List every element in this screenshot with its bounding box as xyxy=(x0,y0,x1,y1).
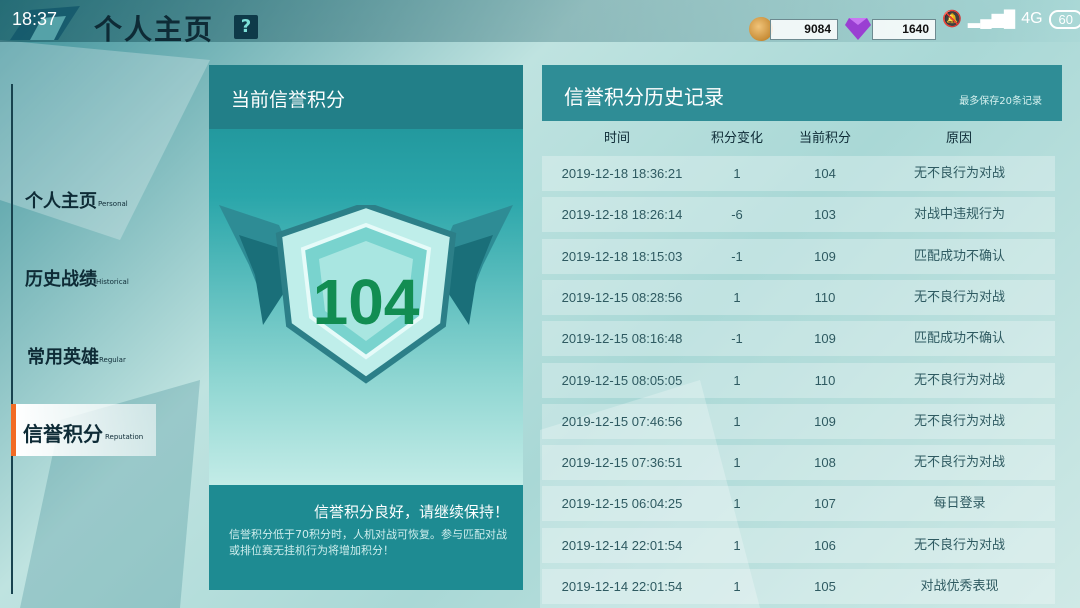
column-header-time: 时间 xyxy=(603,131,630,146)
table-row: 2019-12-18 18:26:14 -6 103 对战中违规行为 xyxy=(542,197,1055,233)
row-time: 2019-12-18 18:26:14 xyxy=(561,207,683,223)
current-score: 104 xyxy=(312,266,420,338)
row-current: 105 xyxy=(814,579,836,594)
row-current: 107 xyxy=(814,496,836,512)
row-time: 2019-12-15 07:46:56 xyxy=(561,413,683,429)
row-current: 109 xyxy=(814,413,836,429)
row-change: -1 xyxy=(731,248,743,264)
row-time: 2019-12-18 18:15:03 xyxy=(561,248,683,264)
row-reason: 无不良行为对战 xyxy=(913,413,1005,429)
column-header-current: 当前积分 xyxy=(798,131,851,146)
column-header-reason: 原因 xyxy=(945,131,972,146)
nav-item-reputation[interactable]: 信誉积分 Reputation xyxy=(11,404,156,456)
row-current: 104 xyxy=(814,166,836,181)
row-change: 1 xyxy=(733,537,741,553)
row-time: 2019-12-15 08:05:05 xyxy=(561,372,683,388)
row-time: 2019-12-15 08:28:56 xyxy=(561,289,683,305)
table-row: 2019-12-15 07:46:56 1 109 无不良行为对战 xyxy=(542,403,1055,439)
nav-sub-label: Historical xyxy=(96,278,129,286)
nav-item-personal[interactable]: 个人主页 Personal xyxy=(14,185,154,235)
row-reason: 匹配成功不确认 xyxy=(913,331,1005,347)
row-current: 108 xyxy=(814,455,836,471)
row-current: 110 xyxy=(814,372,836,388)
nav-sub-label: Reputation xyxy=(105,433,144,441)
row-time: 2019-12-18 18:36:21 xyxy=(561,166,683,181)
history-title: 信誉积分历史记录 xyxy=(564,85,724,109)
help-button[interactable]: ? xyxy=(234,15,258,39)
battery-icon: 60 xyxy=(1048,9,1080,29)
score-panel-header: 当前信誉积分 xyxy=(209,65,523,129)
column-header-change: 积分变化 xyxy=(710,131,763,146)
row-reason: 每日登录 xyxy=(933,496,986,512)
gem-count: 1640 xyxy=(872,19,936,40)
row-time: 2019-12-15 06:04:25 xyxy=(561,496,683,512)
row-time: 2019-12-15 08:16:48 xyxy=(561,331,683,347)
nav-sub-label: Personal xyxy=(98,200,128,208)
status-time: 18:37 xyxy=(12,9,58,29)
row-current: 110 xyxy=(814,289,836,305)
row-reason: 无不良行为对战 xyxy=(913,372,1005,388)
reputation-score-panel: 当前信誉积分 104 信誉积分良好，请继续保持！ 信誉积分低于70积分时，人机对… xyxy=(209,65,523,590)
row-time: 2019-12-14 22:01:54 xyxy=(561,579,683,594)
row-change: 1 xyxy=(733,413,741,429)
score-panel-title: 当前信誉积分 xyxy=(231,89,346,111)
row-reason: 无不良行为对战 xyxy=(913,537,1005,553)
table-row: 2019-12-18 18:15:03 -1 109 匹配成功不确认 xyxy=(542,238,1055,274)
score-panel-footer: 信誉积分良好，请继续保持！ 信誉积分低于70积分时，人机对战可恢复。参与匹配对战… xyxy=(209,485,523,590)
score-rule-note: 信誉积分低于70积分时，人机对战可恢复。参与匹配对战或排位赛无挂机行为将增加积分… xyxy=(229,528,507,557)
table-row: 2019-12-15 06:04:25 1 107 每日登录 xyxy=(542,486,1055,522)
page-title: 个人主页 xyxy=(94,13,215,46)
table-row: 2019-12-15 08:28:56 1 110 无不良行为对战 xyxy=(542,279,1055,315)
row-change: 1 xyxy=(733,496,741,512)
score-status-text: 信誉积分良好，请继续保持！ xyxy=(313,503,509,521)
row-reason: 无不良行为对战 xyxy=(913,166,1005,181)
diamond-icon xyxy=(845,18,871,40)
row-current: 103 xyxy=(814,207,836,223)
row-time: 2019-12-14 22:01:54 xyxy=(561,537,683,553)
signal-icon: ▂▄▆█ xyxy=(967,11,1016,28)
table-row: 2019-12-14 22:01:54 1 106 无不良行为对战 xyxy=(542,527,1055,563)
row-change: 1 xyxy=(733,579,741,594)
table-row: 2019-12-15 08:05:05 1 110 无不良行为对战 xyxy=(542,362,1055,398)
nav-label: 信誉积分 xyxy=(23,422,103,446)
row-change: 1 xyxy=(733,289,741,305)
row-current: 109 xyxy=(814,331,836,347)
row-change: 1 xyxy=(733,455,741,471)
mute-icon: 🔕 xyxy=(942,11,962,28)
row-reason: 无不良行为对战 xyxy=(913,289,1005,305)
nav-label: 个人主页 xyxy=(25,191,97,212)
coin-count: 9084 xyxy=(770,19,838,40)
row-current: 106 xyxy=(814,537,836,553)
row-reason: 匹配成功不确认 xyxy=(913,248,1005,264)
table-row: 2019-12-15 08:16:48 -1 109 匹配成功不确认 xyxy=(542,321,1055,357)
nav-item-historical[interactable]: 历史战绩 Historical xyxy=(14,263,154,313)
row-change: 1 xyxy=(733,166,741,181)
history-limit-note: 最多保存20条记录 xyxy=(959,96,1042,107)
row-change: 1 xyxy=(733,372,741,388)
network-type: 4G xyxy=(1021,10,1043,27)
nav-label: 常用英雄 xyxy=(27,347,99,368)
nav-item-regular[interactable]: 常用英雄 Regular xyxy=(14,341,154,391)
table-row: 2019-12-15 07:36:51 1 108 无不良行为对战 xyxy=(542,445,1055,481)
history-panel: 信誉积分历史记录 最多保存20条记录 时间 积分变化 当前积分 原因 2019-… xyxy=(542,65,1062,605)
table-row: 2019-12-18 18:36:21 1 104 无不良行为对战 xyxy=(542,156,1055,191)
nav-sub-label: Regular xyxy=(99,356,126,364)
row-time: 2019-12-15 07:36:51 xyxy=(561,455,683,471)
row-change: -1 xyxy=(731,331,743,347)
nav-divider xyxy=(11,84,13,594)
row-reason: 对战中违规行为 xyxy=(913,207,1005,223)
system-status: 🔕 ▂▄▆█ 4G 60 xyxy=(942,9,1080,29)
nav-label: 历史战绩 xyxy=(25,269,97,290)
row-change: -6 xyxy=(731,207,743,223)
row-reason: 对战优秀表现 xyxy=(920,579,999,594)
row-current: 109 xyxy=(814,248,836,264)
row-reason: 无不良行为对战 xyxy=(913,455,1005,471)
table-row: 2019-12-14 22:01:54 1 105 对战优秀表现 xyxy=(542,569,1055,604)
history-header: 信誉积分历史记录 最多保存20条记录 xyxy=(542,65,1062,121)
